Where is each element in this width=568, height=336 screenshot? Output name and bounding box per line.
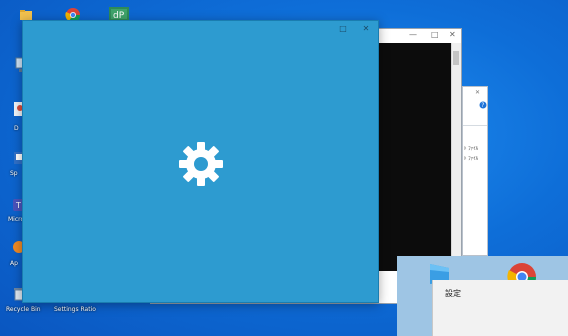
desktop-label: Sp — [10, 170, 18, 177]
svg-text:T: T — [15, 201, 21, 210]
explorer-row[interactable]: ﾄ ﾌｧｲﾙ — [464, 155, 478, 162]
desktop-label: Ap — [10, 260, 18, 267]
help-icon[interactable]: ? — [479, 101, 487, 109]
start-menu-item-settings[interactable]: 設定 — [445, 288, 461, 299]
start-menu[interactable]: 設定 — [432, 280, 568, 336]
settings-close-button[interactable]: ✕ — [360, 24, 372, 34]
explorer-divider — [463, 125, 487, 126]
explorer-row[interactable]: ﾄ ﾌｧｲﾙ — [464, 145, 478, 152]
console-scrollbar-thumb[interactable] — [453, 51, 459, 65]
desktop-label-short: D — [14, 125, 19, 132]
console-maximize-button[interactable]: □ — [431, 30, 439, 40]
desktop-label-recycle: Recycle Bin — [6, 306, 41, 313]
explorer-close-button[interactable]: ✕ — [475, 89, 480, 96]
settings-maximize-button[interactable]: □ — [338, 24, 348, 34]
console-minimize-button[interactable]: — — [409, 30, 417, 40]
svg-text:?: ? — [481, 102, 484, 109]
desktop-label-settings: Settings Ratio — [54, 306, 96, 313]
explorer-window[interactable]: ✕ ? ﾄ ﾌｧｲﾙ ﾄ ﾌｧｲﾙ — [462, 86, 488, 256]
desktop: D Sp T Micros Ap Recycle Bin Settings Ra… — [0, 0, 568, 336]
settings-window[interactable]: □ ✕ — [22, 20, 379, 303]
gear-icon — [179, 142, 223, 186]
console-close-button[interactable]: ✕ — [449, 30, 456, 40]
console-scrollbar[interactable] — [451, 43, 461, 271]
console-output-area[interactable] — [379, 43, 453, 271]
